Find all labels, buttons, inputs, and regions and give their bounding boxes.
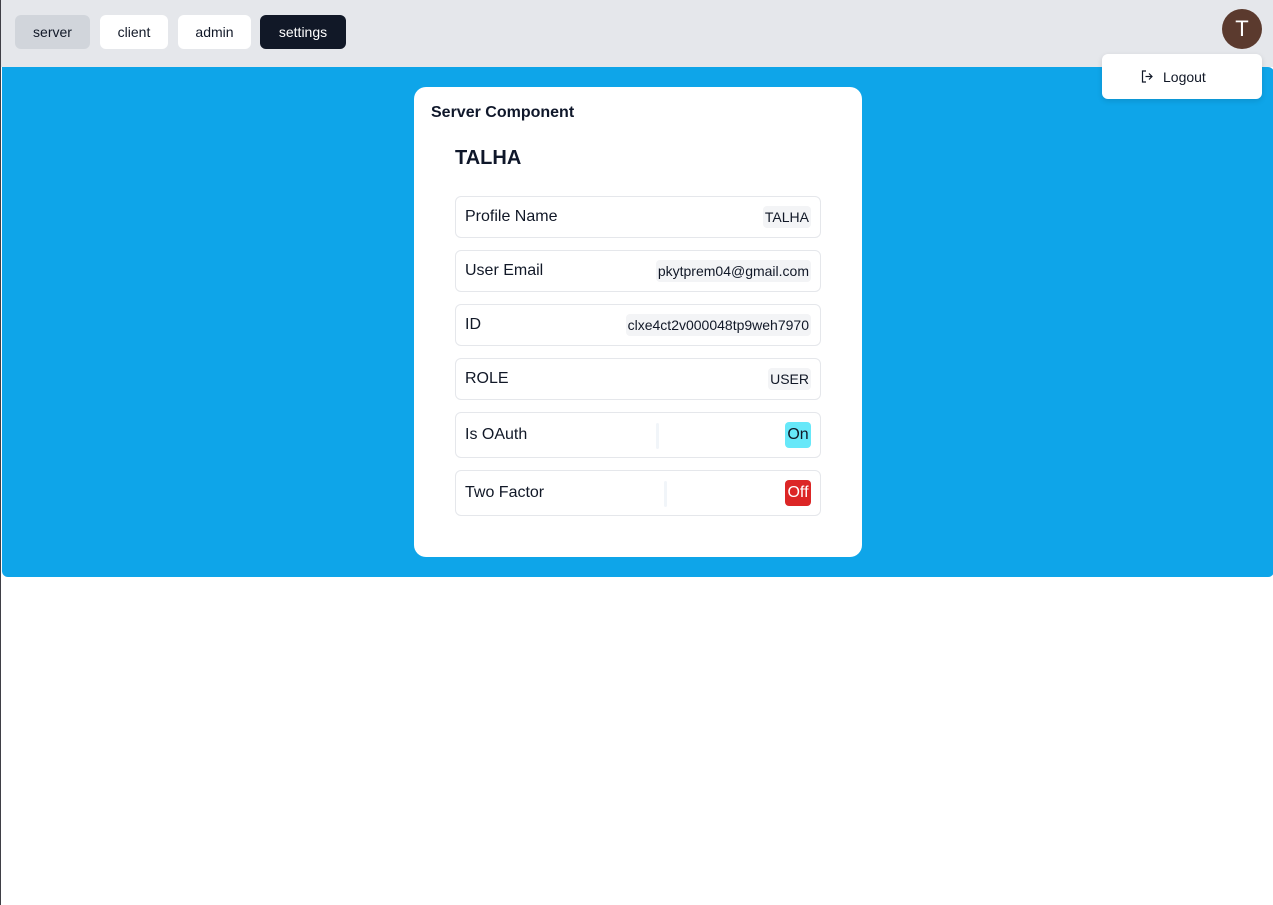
nav-client-button[interactable]: client — [100, 15, 168, 49]
row-label: User Email — [465, 262, 544, 279]
page-frame: server client admin settings T Logout Se… — [0, 0, 1273, 905]
user-dropdown-menu: Logout — [1102, 54, 1262, 99]
logout-menu-item[interactable]: Logout — [1140, 69, 1206, 85]
user-name-heading: TALHA — [455, 147, 522, 169]
oauth-status-badge: On — [785, 422, 811, 448]
id-row: ID clxe4ct2v000048tp9weh7970 — [455, 304, 821, 346]
role-row: ROLE USER — [455, 358, 821, 400]
row-value: TALHA — [762, 206, 811, 228]
row-divider — [664, 481, 667, 507]
row-label: ROLE — [465, 370, 509, 387]
row-label: Is OAuth — [465, 426, 528, 443]
nav-admin-button[interactable]: admin — [178, 15, 251, 49]
server-component-card: Server Component TALHA Profile Name TALH… — [414, 87, 862, 557]
row-label: ID — [465, 316, 481, 333]
is-oauth-row: Is OAuth On — [455, 412, 821, 458]
profile-name-row: Profile Name TALHA — [455, 196, 821, 238]
row-label: Two Factor — [465, 484, 545, 501]
avatar[interactable]: T — [1222, 9, 1262, 49]
avatar-initial: T — [1235, 16, 1249, 41]
logout-label: Logout — [1163, 68, 1206, 85]
two-factor-row: Two Factor Off — [455, 470, 821, 516]
user-email-row: User Email pkytprem04@gmail.com — [455, 250, 821, 292]
row-value: pkytprem04@gmail.com — [655, 260, 811, 282]
two-factor-status-badge: Off — [785, 480, 811, 506]
row-divider — [656, 423, 659, 449]
nav-settings-button[interactable]: settings — [260, 15, 346, 49]
logout-icon — [1140, 69, 1155, 84]
nav-server-button[interactable]: server — [15, 15, 90, 49]
top-navbar: server client admin settings T — [1, 0, 1273, 67]
row-value: clxe4ct2v000048tp9weh7970 — [625, 314, 811, 336]
row-value: USER — [768, 368, 811, 390]
row-label: Profile Name — [465, 208, 558, 225]
card-title: Server Component — [431, 104, 575, 121]
